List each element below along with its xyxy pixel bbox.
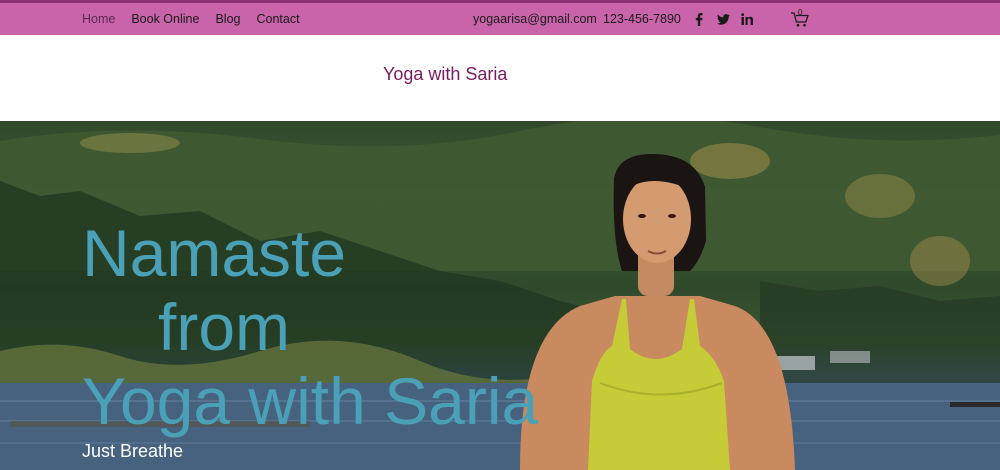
- site-header: Yoga with Saria: [0, 35, 1000, 121]
- phone-number: 123-456-7890: [603, 12, 681, 26]
- top-bar: Home Book Online Blog Contact yogaarisa@…: [0, 0, 1000, 35]
- hero-section: Namaste from Yoga with Saria Just Breath…: [0, 121, 1000, 470]
- nav-blog[interactable]: Blog: [215, 12, 240, 26]
- hero-tagline: Just Breathe: [82, 441, 184, 461]
- nav-book-online[interactable]: Book Online: [131, 12, 199, 26]
- hero-headline-line-3: Yoga with Saria: [82, 364, 539, 438]
- social-links: [692, 3, 754, 35]
- facebook-icon[interactable]: [692, 12, 706, 26]
- main-nav: Home Book Online Blog Contact: [82, 3, 300, 35]
- hero-headline-line-2: from: [158, 290, 290, 364]
- hero-headline: Namaste from Yoga with Saria: [82, 216, 538, 438]
- cart-button[interactable]: 0: [790, 8, 812, 30]
- site-title[interactable]: Yoga with Saria: [383, 64, 507, 85]
- linkedin-icon[interactable]: [740, 12, 754, 26]
- hero-headline-line-1: Namaste: [82, 216, 347, 290]
- twitter-icon[interactable]: [716, 12, 730, 26]
- cart-count: 0: [798, 8, 803, 17]
- nav-home[interactable]: Home: [82, 12, 115, 26]
- nav-contact[interactable]: Contact: [256, 12, 299, 26]
- email-link[interactable]: yogaarisa@gmail.com: [473, 3, 597, 35]
